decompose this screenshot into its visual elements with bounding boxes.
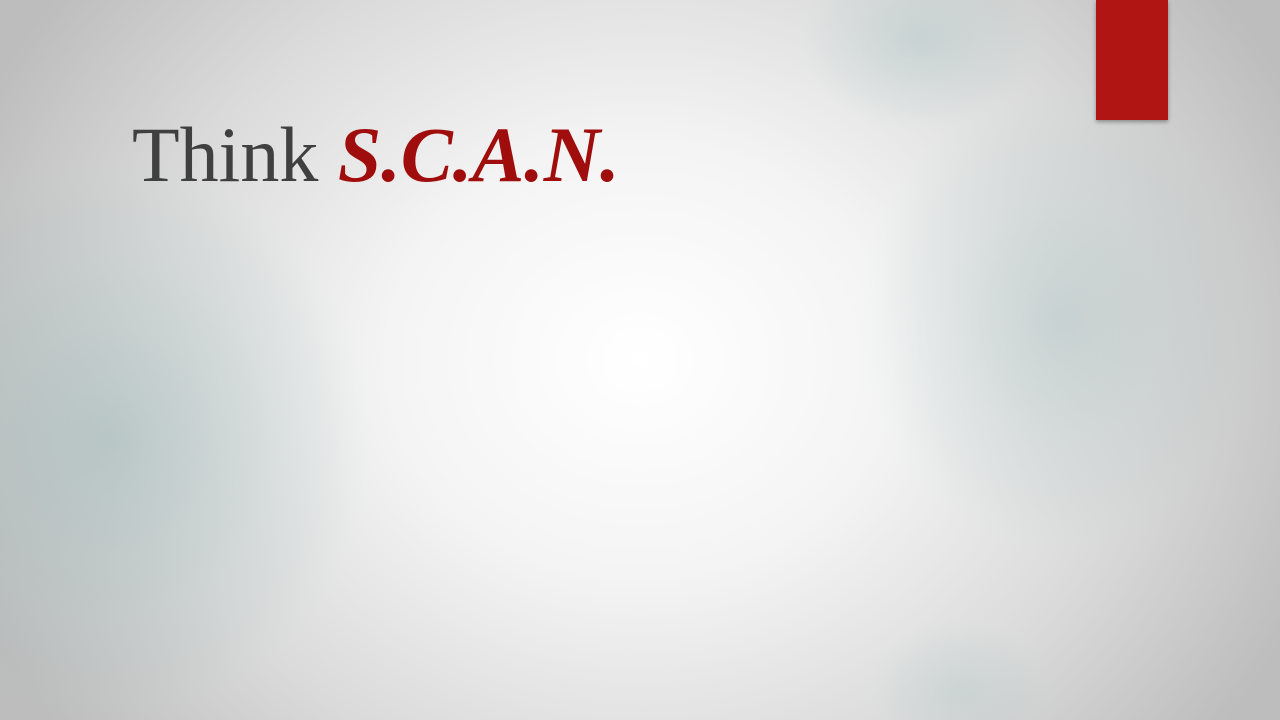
accent-tab bbox=[1096, 0, 1168, 120]
slide-title-emphasis: S.C.A.N. bbox=[337, 111, 620, 198]
slide-title: Think S.C.A.N. bbox=[132, 112, 620, 198]
slide-title-plain: Think bbox=[132, 111, 338, 198]
slide: Think S.C.A.N. bbox=[0, 0, 1280, 720]
